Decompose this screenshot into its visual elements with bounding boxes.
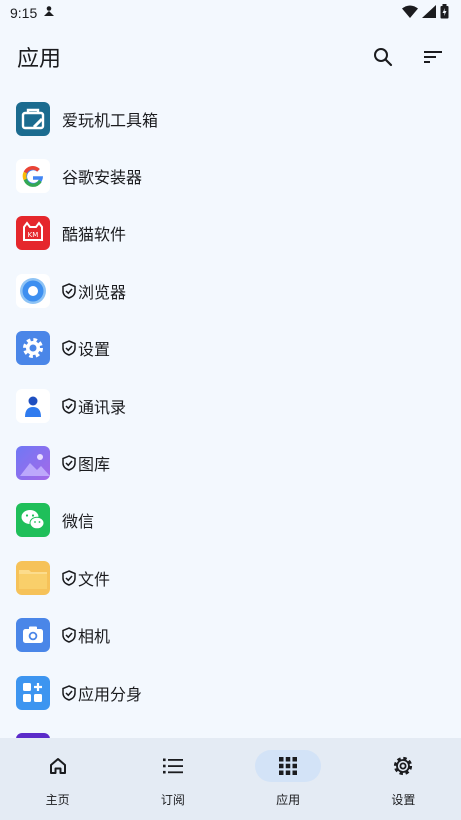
camera-icon — [16, 618, 50, 653]
nav-item-subscriptions[interactable]: 订阅 — [115, 738, 230, 820]
list-item[interactable]: 微信 — [0, 492, 461, 549]
settings-icon — [16, 331, 50, 366]
nav-label: 主页 — [45, 793, 70, 807]
nav-item-apps[interactable]: 应用 — [231, 738, 346, 820]
list-item[interactable]: 图库 — [0, 434, 461, 491]
app-list: 爱玩机工具箱 谷歌安装器 KM 酷猫软件 浏览器 设置 通讯录 图库 微信 文件… — [0, 90, 461, 738]
toolbox-icon — [16, 101, 50, 136]
wifi-icon — [402, 5, 418, 22]
search-icon[interactable] — [371, 45, 395, 69]
app-label: 设置 — [78, 340, 111, 360]
app-label: 微信 — [62, 512, 95, 532]
app-label: 爱玩机工具箱 — [62, 110, 159, 130]
battery-icon — [440, 3, 449, 23]
account-icon — [43, 5, 55, 21]
status-time: 9:15 — [10, 5, 38, 21]
app-label: 谷歌安装器 — [62, 168, 143, 188]
app-clone-icon — [16, 675, 50, 710]
app-label: 通讯录 — [78, 397, 127, 417]
list-item[interactable]: 应用分身 — [0, 664, 461, 721]
status-bar: 9:15 — [0, 0, 461, 26]
folder-icon — [16, 560, 50, 595]
page-title: 应用 — [17, 47, 62, 72]
list-item[interactable]: 设置 — [0, 320, 461, 377]
list-item[interactable]: 文件 — [0, 549, 461, 606]
app-label: 图库 — [78, 455, 111, 475]
svg-text:KM: KM — [28, 231, 39, 239]
shield-icon — [62, 340, 76, 357]
gallery-icon — [16, 446, 50, 481]
app-label: 文件 — [78, 569, 111, 589]
wechat-icon — [16, 503, 50, 538]
home-icon — [25, 750, 91, 782]
list-item[interactable]: 谷歌安装器 — [0, 147, 461, 204]
google-g-icon — [16, 159, 50, 194]
app-bar: 应用 — [0, 26, 461, 88]
cat-icon: KM — [16, 216, 50, 251]
browser-icon — [16, 273, 50, 308]
list-item[interactable]: 浏览器 — [0, 262, 461, 319]
cell-signal-icon — [422, 4, 436, 22]
app-label: 酷猫软件 — [62, 225, 127, 245]
nav-item-home[interactable]: 主页 — [0, 738, 115, 820]
list-item[interactable]: 相机 — [0, 607, 461, 664]
nav-label: 应用 — [276, 793, 301, 807]
app-label: 浏览器 — [78, 282, 127, 302]
shield-icon — [62, 455, 76, 471]
bottom-navigation: 主页 订阅 应用 设置 — [0, 738, 461, 820]
nav-label: 订阅 — [160, 793, 185, 807]
shield-icon — [62, 570, 76, 586]
shield-icon — [62, 627, 76, 643]
list-icon — [140, 750, 206, 782]
nav-label: 设置 — [391, 793, 416, 807]
gear-icon — [370, 750, 436, 782]
shield-icon — [62, 397, 76, 414]
list-item-partial[interactable] — [0, 721, 461, 738]
app-label: 相机 — [78, 627, 111, 647]
nav-item-settings[interactable]: 设置 — [346, 738, 461, 820]
app-label: 应用分身 — [78, 684, 143, 704]
list-item[interactable]: 爱玩机工具箱 — [0, 90, 461, 147]
apps-grid-icon — [255, 750, 322, 782]
sort-icon[interactable] — [421, 45, 445, 69]
list-item[interactable]: 通讯录 — [0, 377, 461, 434]
contacts-icon — [16, 388, 50, 423]
shield-icon — [62, 283, 76, 299]
shield-icon — [62, 684, 76, 701]
list-item[interactable]: KM 酷猫软件 — [0, 205, 461, 262]
